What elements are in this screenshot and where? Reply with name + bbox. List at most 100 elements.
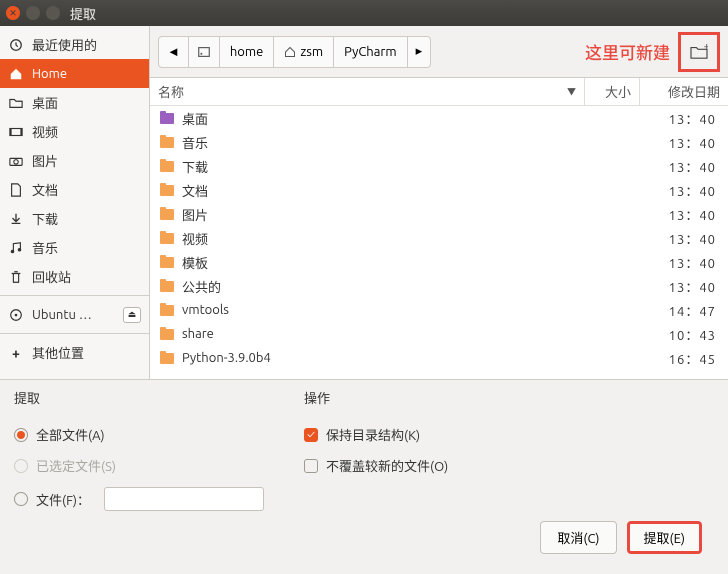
doc-icon [8,183,24,197]
radio-all-files-label: 全部文件(A) [36,425,105,444]
download-icon [8,212,24,226]
operations-heading: 操作 [304,388,448,407]
file-date: 13：40 [632,277,720,296]
folder-icon [8,96,24,110]
files-pattern-input[interactable] [104,487,264,511]
toolbar: ◄ home zsm PyCharm ▸ 这里可新建 + [150,26,728,78]
titlebar: ✕ 提取 [0,0,728,26]
file-row[interactable]: 模板13：40 [150,250,728,274]
extract-button[interactable]: 提取(E) [627,521,702,554]
file-row[interactable]: vmtools14：47 [150,298,728,322]
breadcrumb-back-button[interactable]: ◄ [159,37,189,67]
radio-selected-files-label: 已选定文件(S) [36,456,116,475]
folder-icon [158,302,176,318]
file-row[interactable]: 桌面13：40 [150,106,728,130]
breadcrumb-segment-home[interactable]: home [220,37,274,67]
sidebar-item-下载[interactable]: 下载 [0,204,149,233]
file-name: 图片 [182,205,632,224]
column-header-size[interactable]: 大小 [584,78,640,105]
file-row[interactable]: 视频13：40 [150,226,728,250]
file-row[interactable]: Python-3.9.0b416：45 [150,346,728,370]
sidebar-item-图片[interactable]: 图片 [0,146,149,175]
eject-button[interactable]: ⏏ [123,307,141,323]
file-date: 16：45 [632,349,720,368]
sidebar-separator [0,295,149,296]
file-name: 公共的 [182,277,632,296]
file-list-header: 名称▼ 大小 修改日期 [150,78,728,106]
sidebar-item-label: 图片 [32,151,58,170]
file-date: 13：40 [632,133,720,152]
file-date: 13：40 [632,157,720,176]
file-date: 14：47 [632,301,720,320]
file-row[interactable]: 下载13：40 [150,154,728,178]
checkbox-no-overwrite[interactable] [304,459,318,473]
radio-all-files[interactable] [14,428,28,442]
column-header-date[interactable]: 修改日期 [640,82,728,101]
checkbox-keep-structure-label: 保持目录结构(K) [326,425,420,444]
file-date: 13：40 [632,109,720,128]
new-folder-button[interactable]: + [678,32,720,72]
file-name: vmtools [182,303,632,317]
sidebar-item-home[interactable]: Home [0,59,149,88]
sidebar-item-label: 最近使用的 [32,35,97,54]
column-header-name[interactable]: 名称▼ [150,82,584,101]
sidebar-item-label: 下载 [32,209,58,228]
breadcrumb-forward-button[interactable]: ▸ [408,37,431,67]
sidebar-item-label: Ubuntu … [32,308,92,322]
file-row[interactable]: 文档13：40 [150,178,728,202]
sidebar-item-最近使用的[interactable]: 最近使用的 [0,30,149,59]
checkbox-keep-structure[interactable]: ✓ [304,428,318,442]
folder-icon [158,110,176,126]
folder-icon [158,206,176,222]
radio-files-pattern[interactable] [14,492,28,506]
close-window-button[interactable]: ✕ [6,6,20,20]
sidebar-item-文档[interactable]: 文档 [0,175,149,204]
sidebar-separator [0,333,149,334]
file-name: 下载 [182,157,632,176]
sidebar-item-音乐[interactable]: 音乐 [0,233,149,262]
sidebar-item-ubuntu[interactable]: Ubuntu … ⏏ [0,300,149,329]
breadcrumb-segment-pycharm[interactable]: PyCharm [334,37,407,67]
file-name: 音乐 [182,133,632,152]
extract-heading: 提取 [14,388,304,407]
disc-icon [8,308,24,322]
file-date: 13：40 [632,253,720,272]
folder-icon [158,134,176,150]
trash-icon [8,270,24,284]
dialog-footer: 取消(C) 提取(E) [14,511,714,568]
camera-icon [8,154,24,168]
sidebar-item-label: 桌面 [32,93,58,112]
sidebar-item-回收站[interactable]: 回收站 [0,262,149,291]
file-date: 13：40 [632,229,720,248]
file-row[interactable]: 图片13：40 [150,202,728,226]
sidebar-item-其他位置[interactable]: +其他位置 [0,338,149,367]
breadcrumb-disk-icon[interactable] [189,37,220,67]
sidebar-item-视频[interactable]: 视频 [0,117,149,146]
folder-icon [158,254,176,270]
sidebar-item-label: Home [32,67,67,81]
radio-selected-files [14,459,28,473]
file-date: 13：40 [632,181,720,200]
minimize-window-button[interactable] [26,6,40,20]
file-name: 视频 [182,229,632,248]
checkbox-no-overwrite-label: 不覆盖较新的文件(O) [326,456,448,475]
file-name: 文档 [182,181,632,200]
folder-icon [158,182,176,198]
video-icon [8,125,24,139]
folder-icon [158,158,176,174]
file-row[interactable]: 音乐13：40 [150,130,728,154]
sidebar-item-label: 视频 [32,122,58,141]
file-name: Python-3.9.0b4 [182,351,632,365]
folder-icon [158,278,176,294]
sidebar-item-label: 回收站 [32,267,71,286]
file-row[interactable]: 公共的13：40 [150,274,728,298]
sidebar-item-桌面[interactable]: 桌面 [0,88,149,117]
file-row[interactable]: share10：43 [150,322,728,346]
sidebar-item-label: 音乐 [32,238,58,257]
maximize-window-button[interactable] [46,6,60,20]
cancel-button[interactable]: 取消(C) [540,521,616,554]
home-icon [8,67,24,81]
breadcrumb: ◄ home zsm PyCharm ▸ [158,36,431,68]
breadcrumb-segment-zsm[interactable]: zsm [274,37,334,67]
window-title: 提取 [70,4,96,23]
